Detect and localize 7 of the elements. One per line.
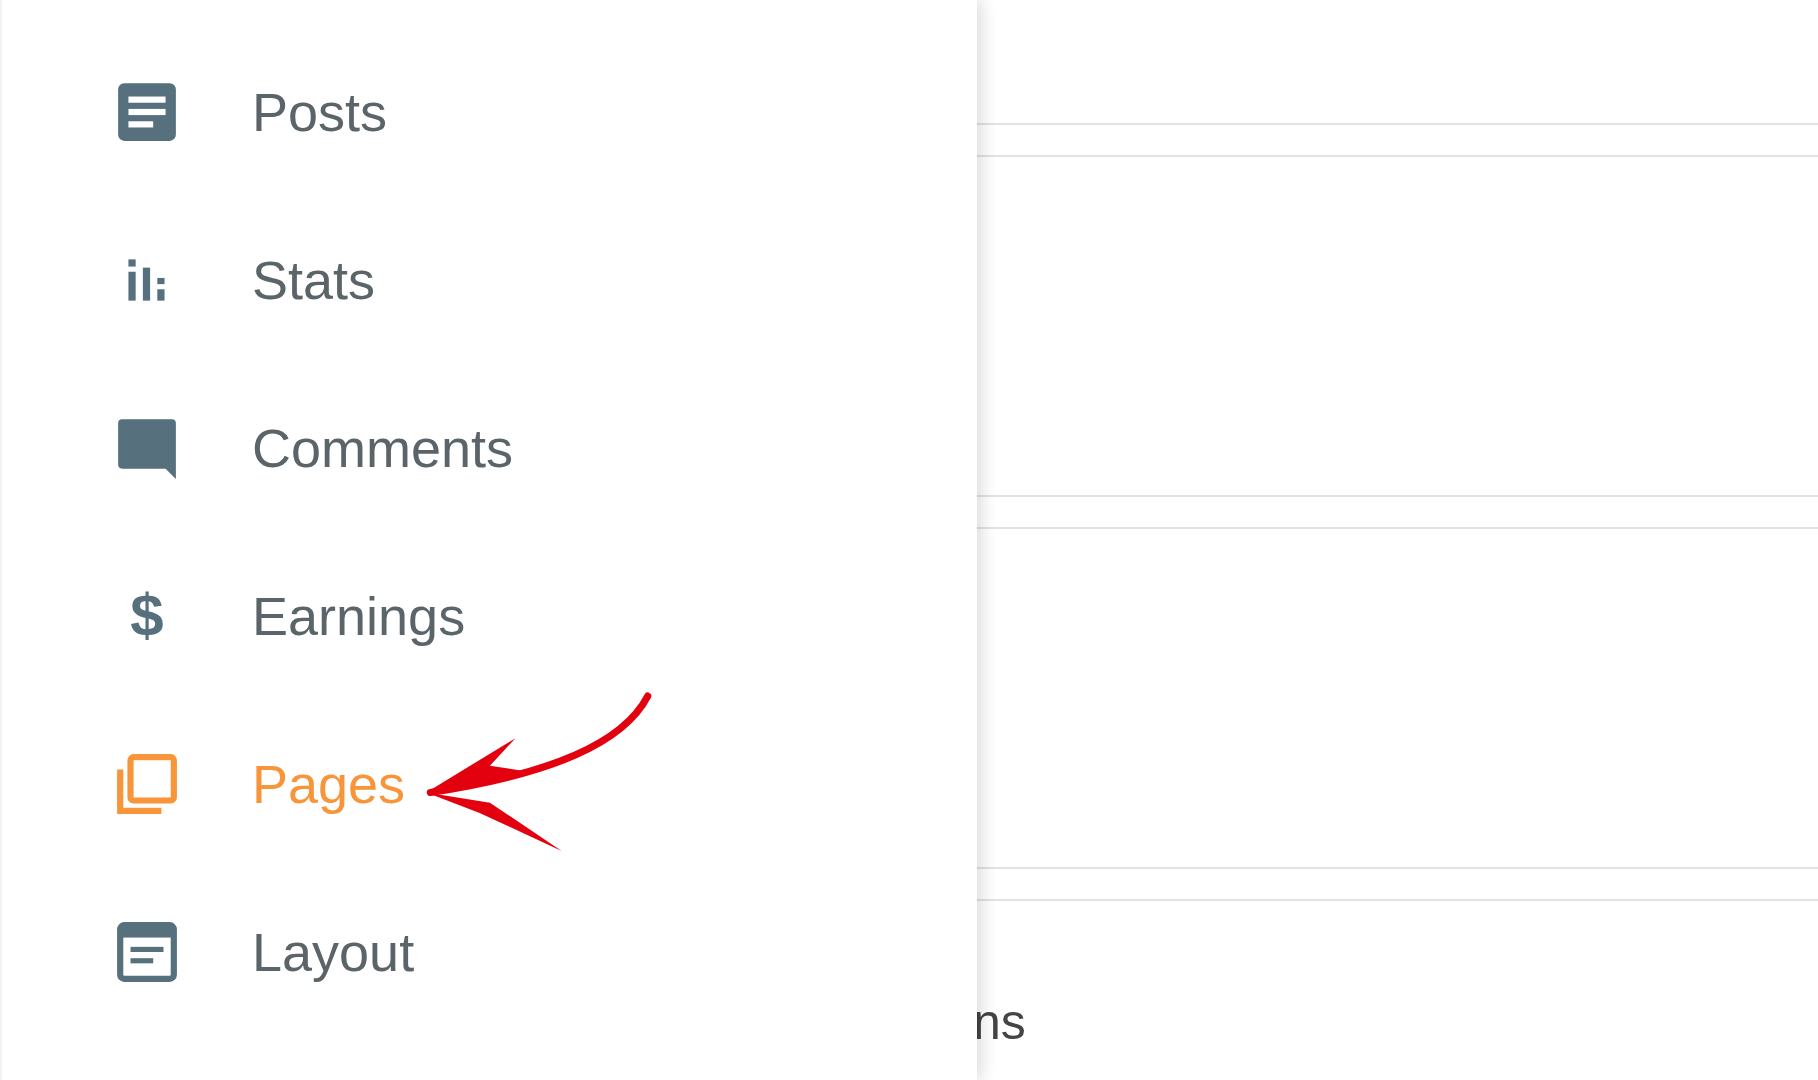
sidebar-item[interactable]: Posts (2, 28, 977, 196)
sidebar-item[interactable]: Stats (2, 196, 977, 364)
layout-icon (114, 919, 180, 985)
stacked-pages-icon (114, 751, 180, 817)
dollar-icon: $ (130, 583, 164, 649)
sidebar-item[interactable]: $ Earnings (2, 532, 977, 700)
sidebar-item[interactable]: Comments (2, 364, 977, 532)
